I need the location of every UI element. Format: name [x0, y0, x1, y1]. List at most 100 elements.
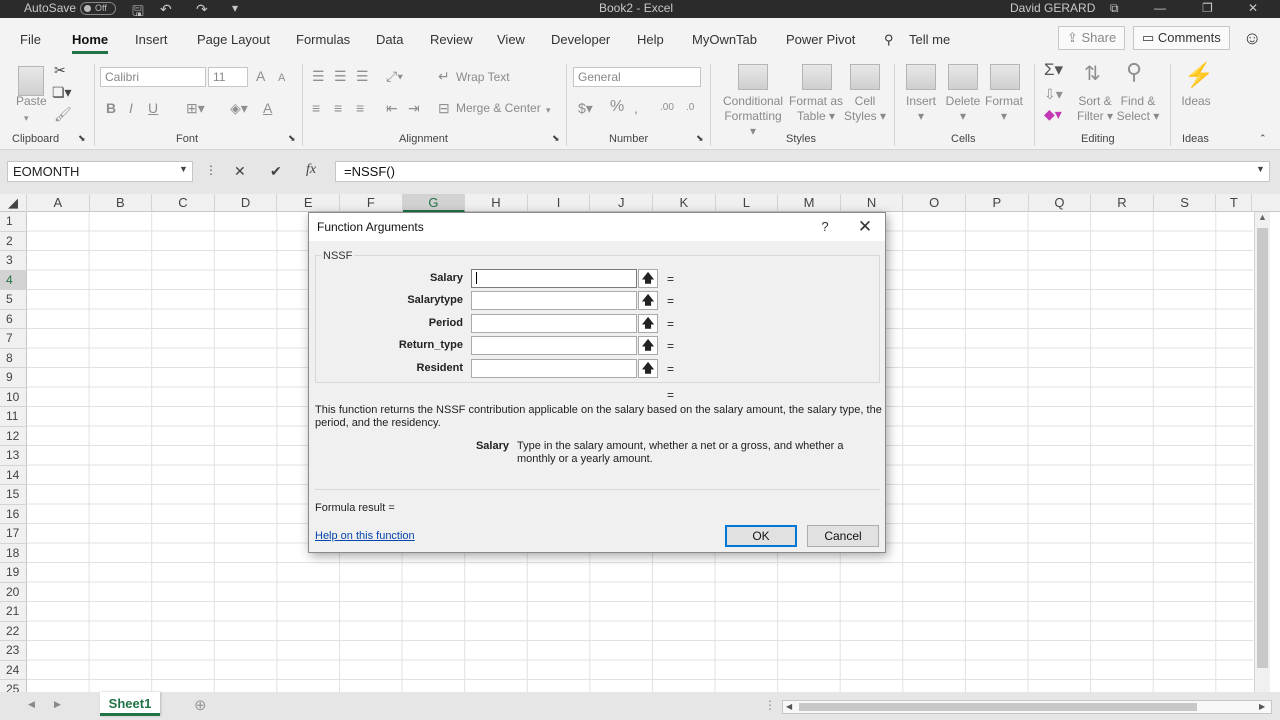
align-middle-icon[interactable]: ☰: [334, 68, 347, 84]
column-header-m[interactable]: M: [778, 194, 841, 212]
increase-indent-icon[interactable]: ⇥: [408, 100, 420, 116]
paste-label[interactable]: Paste: [16, 94, 47, 109]
number-launcher-icon[interactable]: ⬊: [696, 133, 704, 144]
tab-view[interactable]: View: [497, 32, 525, 47]
ideas-button[interactable]: Ideas: [1178, 94, 1214, 109]
wrap-text-icon[interactable]: ↵: [438, 68, 450, 84]
row-header-15[interactable]: 15: [0, 485, 27, 505]
fill-color-icon[interactable]: ◈▾: [230, 100, 248, 116]
sort-filter-icon[interactable]: ⇅: [1084, 64, 1101, 84]
undo-icon[interactable]: ↶: [160, 1, 172, 18]
tab-review[interactable]: Review: [430, 32, 473, 47]
column-header-l[interactable]: L: [716, 194, 779, 212]
percent-style-button[interactable]: %: [610, 99, 624, 115]
column-header-p[interactable]: P: [966, 194, 1029, 212]
sheet-tab-sheet1[interactable]: Sheet1: [100, 692, 160, 716]
formula-bar-options-icon[interactable]: ⋮: [205, 163, 217, 177]
dialog-help-button[interactable]: ?: [815, 213, 835, 241]
vertical-scrollbar[interactable]: ▲: [1254, 212, 1270, 692]
column-header-j[interactable]: J: [590, 194, 653, 212]
orientation-icon[interactable]: ⤢▾: [386, 68, 403, 84]
font-size-select[interactable]: 11: [208, 67, 248, 87]
column-header-t[interactable]: T: [1216, 194, 1253, 212]
column-header-q[interactable]: Q: [1029, 194, 1092, 212]
tab-help[interactable]: Help: [637, 32, 664, 47]
expand-formula-bar-icon[interactable]: ▼: [1256, 164, 1265, 174]
sort-filter-button[interactable]: Sort & Filter ▾: [1072, 94, 1118, 124]
find-select-button[interactable]: Find & Select ▾: [1116, 94, 1160, 124]
column-header-a[interactable]: A: [27, 194, 90, 212]
quick-access-menu-icon[interactable]: ▾: [232, 1, 238, 15]
row-header-10[interactable]: 10: [0, 387, 27, 407]
collapse-dialog-icon-return-type[interactable]: 🡅: [638, 336, 658, 355]
column-header-g[interactable]: G: [402, 194, 466, 212]
row-header-18[interactable]: 18: [0, 543, 27, 563]
borders-icon[interactable]: ⊞▾: [186, 100, 205, 116]
format-cells-button[interactable]: Format ▾: [983, 94, 1025, 124]
underline-button[interactable]: U: [148, 100, 158, 116]
copy-icon[interactable]: ❏▾: [52, 84, 72, 100]
tab-file[interactable]: File: [20, 32, 41, 47]
arg-input-return-type[interactable]: [471, 336, 637, 355]
wrap-text-button[interactable]: Wrap Text: [456, 70, 510, 85]
conditional-formatting-button[interactable]: Conditional Formatting ▾: [720, 94, 786, 139]
font-color-button[interactable]: A: [263, 100, 272, 116]
row-header-22[interactable]: 22: [0, 621, 27, 641]
tab-data[interactable]: Data: [376, 32, 403, 47]
fill-icon[interactable]: ⇩▾: [1044, 86, 1063, 102]
tab-formulas[interactable]: Formulas: [296, 32, 350, 47]
column-header-c[interactable]: C: [152, 194, 215, 212]
tab-developer[interactable]: Developer: [551, 32, 610, 47]
find-select-icon[interactable]: ⚲: [1126, 61, 1142, 83]
tell-me-search[interactable]: Tell me: [909, 32, 950, 47]
row-header-23[interactable]: 23: [0, 641, 27, 661]
column-header-f[interactable]: F: [340, 194, 403, 212]
scroll-up-icon[interactable]: ▲: [1258, 212, 1267, 222]
format-cells-icon[interactable]: [990, 64, 1020, 90]
scroll-right-icon[interactable]: ▶: [1259, 702, 1265, 711]
merge-dropdown-icon[interactable]: ▾: [546, 102, 551, 118]
minimize-icon[interactable]: —: [1154, 1, 1166, 15]
increase-decimal-icon[interactable]: .00: [660, 100, 674, 116]
format-painter-icon[interactable]: 🖌: [54, 106, 72, 122]
font-name-select[interactable]: Calibri: [100, 67, 206, 87]
row-header-13[interactable]: 13: [0, 446, 27, 466]
ok-button[interactable]: OK: [725, 525, 797, 547]
delete-cells-button[interactable]: Delete ▾: [942, 94, 984, 124]
row-header-2[interactable]: 2: [0, 231, 27, 251]
format-as-table-button[interactable]: Format as Table ▾: [788, 94, 844, 124]
paste-dropdown-icon[interactable]: ▾: [24, 110, 29, 126]
share-button[interactable]: ⇪ Share: [1058, 26, 1126, 50]
enter-entry-icon[interactable]: ✔: [270, 163, 282, 180]
clear-icon[interactable]: ◆▾: [1044, 106, 1062, 122]
help-on-function-link[interactable]: Help on this function: [315, 530, 415, 542]
column-header-d[interactable]: D: [215, 194, 278, 212]
insert-cells-button[interactable]: Insert ▾: [900, 94, 942, 124]
row-header-6[interactable]: 6: [0, 309, 27, 329]
italic-button[interactable]: I: [129, 100, 133, 116]
alignment-launcher-icon[interactable]: ⬊: [552, 133, 560, 144]
bold-button[interactable]: B: [106, 100, 116, 116]
row-header-17[interactable]: 17: [0, 524, 27, 544]
decrease-indent-icon[interactable]: ⇤: [386, 100, 398, 116]
insert-cells-icon[interactable]: [906, 64, 936, 90]
cancel-button[interactable]: Cancel: [807, 525, 879, 547]
align-center-icon[interactable]: ≡: [334, 100, 342, 116]
column-header-i[interactable]: I: [528, 194, 591, 212]
merge-center-icon[interactable]: ⊟: [438, 100, 450, 116]
row-header-9[interactable]: 9: [0, 368, 27, 388]
align-right-icon[interactable]: ≡: [356, 100, 364, 116]
new-sheet-icon[interactable]: ⊕: [194, 696, 207, 714]
row-header-12[interactable]: 12: [0, 426, 27, 446]
column-header-n[interactable]: N: [841, 194, 904, 212]
column-header-e[interactable]: E: [277, 194, 340, 212]
column-header-h[interactable]: H: [465, 194, 528, 212]
name-box[interactable]: EOMONTH: [7, 161, 193, 182]
collapse-dialog-icon-resident[interactable]: 🡅: [638, 359, 658, 378]
row-header-3[interactable]: 3: [0, 251, 27, 271]
collapse-dialog-icon-salary[interactable]: 🡅: [638, 269, 658, 288]
row-header-24[interactable]: 24: [0, 660, 27, 680]
arg-input-salary[interactable]: [471, 269, 637, 288]
paste-icon[interactable]: [18, 66, 44, 96]
align-top-icon[interactable]: ☰: [312, 68, 325, 84]
